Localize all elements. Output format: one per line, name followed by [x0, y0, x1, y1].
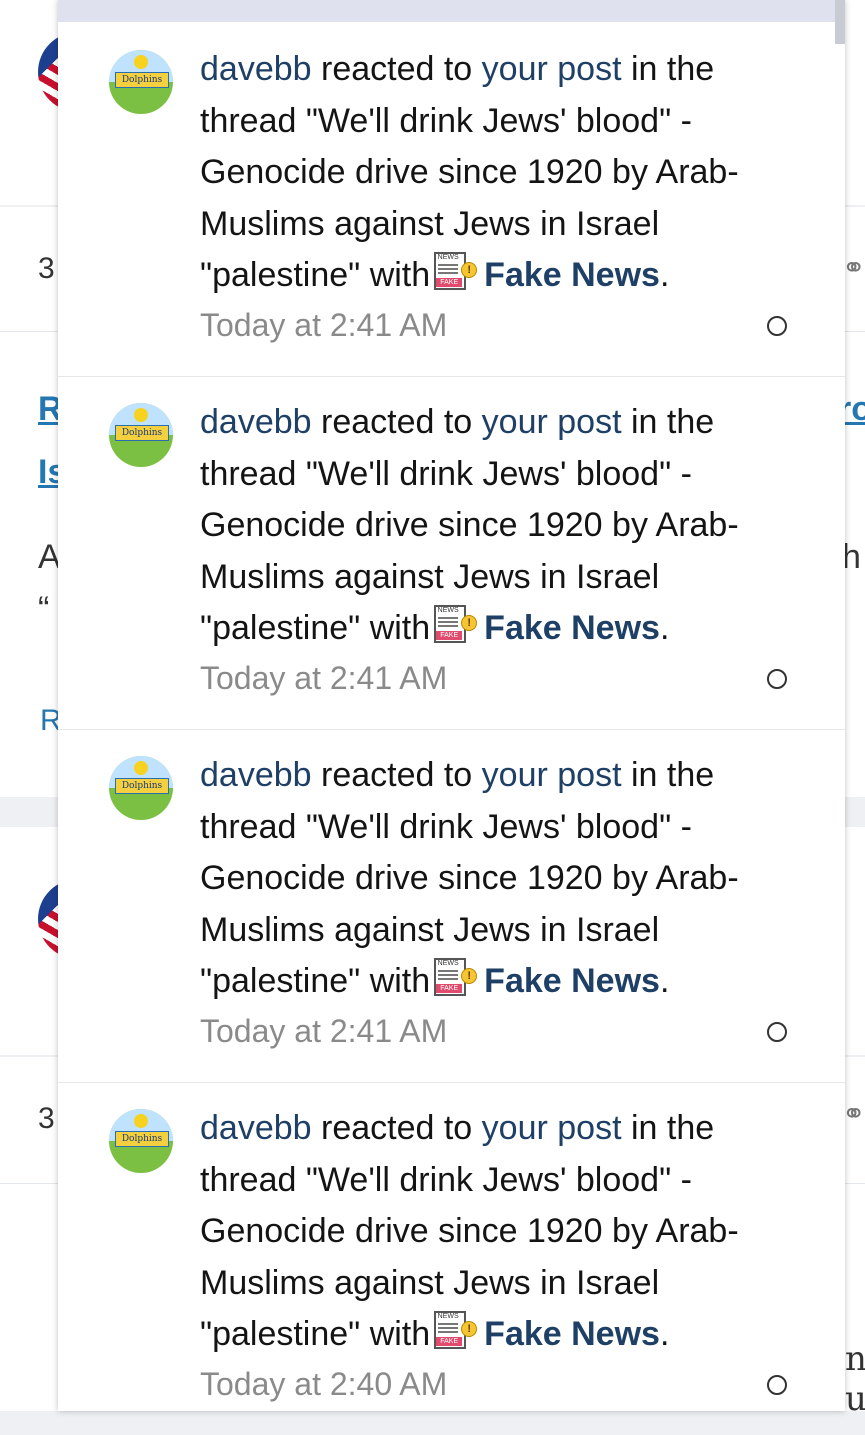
period: . [659, 256, 670, 294]
period: . [659, 609, 670, 647]
user-avatar[interactable]: Dolphins [109, 1109, 173, 1173]
bg-count: 3 [38, 1102, 55, 1135]
notification-time: Today at 2:41 AM [200, 1013, 448, 1049]
period: . [659, 1315, 670, 1353]
reaction-name: Fake News [484, 256, 660, 294]
username-link[interactable]: davebb [200, 1109, 312, 1147]
username-link[interactable]: davebb [200, 50, 312, 88]
notification-item[interactable]: Dolphins davebb reacted to your post in … [58, 377, 845, 730]
action-text: reacted to [321, 50, 473, 88]
share-icon[interactable]: ⚭ [842, 251, 865, 284]
bg-snippet: u [845, 1379, 865, 1419]
post-link[interactable]: your post [482, 1109, 622, 1147]
username-link[interactable]: davebb [200, 403, 312, 441]
post-link[interactable]: your post [482, 403, 622, 441]
avatar-banner: Dolphins [115, 1131, 169, 1147]
notification-time: Today at 2:41 AM [200, 660, 448, 696]
mark-read-toggle[interactable] [767, 669, 787, 689]
bg-snippet: n [845, 1339, 865, 1379]
action-text: reacted to [321, 1109, 473, 1147]
action-text: reacted to [321, 403, 473, 441]
with-text: with [369, 1315, 431, 1353]
fake-news-icon: NEWS FAKE! [434, 958, 478, 998]
notification-item[interactable]: Dolphins davebb reacted to your post in … [58, 24, 845, 377]
smiley-icon [134, 55, 148, 69]
user-avatar[interactable]: Dolphins [109, 756, 173, 820]
notification-item[interactable]: Dolphins davebb reacted to your post in … [58, 730, 845, 1083]
reaction-name: Fake News [484, 1315, 660, 1353]
avatar-banner: Dolphins [115, 425, 169, 441]
with-text: with [369, 256, 431, 294]
fake-news-icon: NEWS FAKE! [434, 605, 478, 645]
bg-snippet: “ [38, 590, 50, 628]
post-link[interactable]: your post [482, 50, 622, 88]
username-link[interactable]: davebb [200, 756, 312, 794]
mark-read-toggle[interactable] [767, 1022, 787, 1042]
post-link[interactable]: your post [482, 756, 622, 794]
mark-read-toggle[interactable] [767, 316, 787, 336]
with-text: with [369, 962, 431, 1000]
with-text: with [369, 609, 431, 647]
bg-count: 3 [38, 252, 55, 285]
notification-text: davebb reacted to your post in the threa… [200, 1103, 790, 1361]
notification-time: Today at 2:41 AM [200, 307, 448, 343]
notification-text: davebb reacted to your post in the threa… [200, 397, 790, 655]
smiley-icon [134, 1114, 148, 1128]
avatar-banner: Dolphins [115, 778, 169, 794]
avatar-banner: Dolphins [115, 72, 169, 88]
share-icon[interactable]: ⚭ [842, 1097, 865, 1130]
notification-text: davebb reacted to your post in the threa… [200, 44, 790, 302]
notifications-popup: Dolphins davebb reacted to your post in … [58, 0, 845, 1411]
period: . [659, 962, 670, 1000]
notification-item[interactable]: Dolphins davebb reacted to your post in … [58, 1083, 845, 1435]
fake-news-icon: NEWS FAKE! [434, 252, 478, 292]
notification-time: Today at 2:40 AM [200, 1366, 448, 1402]
smiley-icon [134, 761, 148, 775]
user-avatar[interactable]: Dolphins [109, 403, 173, 467]
user-avatar[interactable]: Dolphins [109, 50, 173, 114]
fake-news-icon: NEWS FAKE! [434, 1311, 478, 1351]
reaction-name: Fake News [484, 609, 660, 647]
smiley-icon [134, 408, 148, 422]
notification-text: davebb reacted to your post in the threa… [200, 750, 790, 1008]
action-text: reacted to [321, 756, 473, 794]
reaction-name: Fake News [484, 962, 660, 1000]
popup-header [58, 0, 845, 22]
mark-read-toggle[interactable] [767, 1375, 787, 1395]
